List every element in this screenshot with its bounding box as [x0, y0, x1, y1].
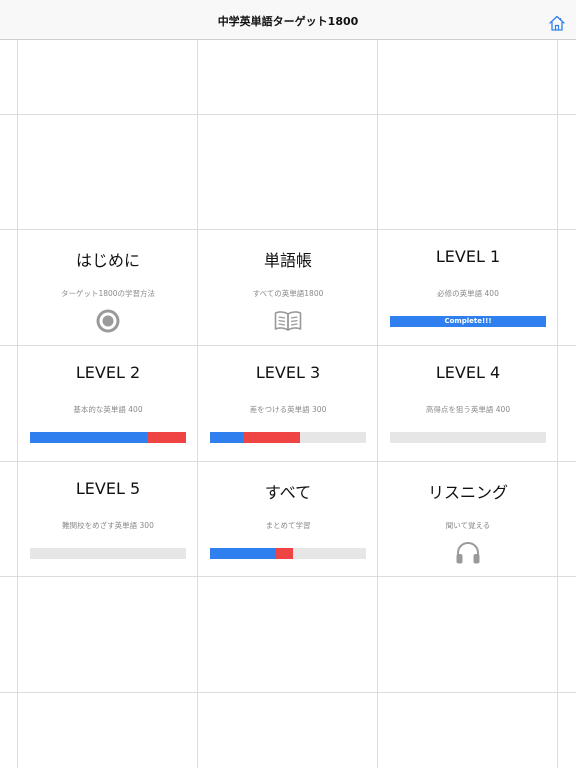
home-icon — [549, 15, 565, 31]
menu-subtitle: 必修の英単語 400 — [437, 289, 499, 298]
menu-subtitle: 難関校をめざす英単語 300 — [62, 521, 154, 530]
menu-title: LEVEL 1 — [435, 247, 501, 266]
menu-all[interactable]: すべて まとめて学習 — [198, 462, 378, 577]
progress-bar: Complete!!! — [390, 316, 546, 327]
complete-label: Complete!!! — [444, 317, 492, 325]
headphones-icon — [456, 541, 480, 564]
progress-bar — [30, 432, 186, 443]
progress-learned — [210, 432, 243, 443]
menu-subtitle: 高得点を狙う英単語 400 — [425, 405, 511, 414]
progress-bar — [30, 548, 186, 559]
menu-wordbook[interactable]: 単語帳 すべての英単語1800 — [198, 230, 378, 345]
grid-divider — [0, 114, 576, 115]
menu-subtitle: すべての英単語1800 — [252, 289, 324, 298]
menu-intro[interactable]: はじめに ターゲット1800の学習方法 — [18, 230, 198, 345]
menu-level3[interactable]: LEVEL 3 差をつける英単語 300 — [198, 346, 378, 461]
menu-title: LEVEL 4 — [435, 363, 501, 382]
navigation-bar: 中学英単語ターゲット1800 — [0, 0, 576, 40]
progress-learned — [30, 432, 147, 443]
menu-level1[interactable]: LEVEL 1 必修の英単語 400 Complete!!! — [378, 230, 558, 345]
progress-learned — [210, 548, 276, 559]
menu-listening[interactable]: リスニング 聞いて覚える — [378, 462, 558, 577]
menu-subtitle: ターゲット1800の学習方法 — [60, 289, 156, 298]
menu-title: LEVEL 5 — [75, 479, 141, 498]
progress-review — [275, 548, 293, 559]
progress-review — [242, 432, 301, 443]
book-icon — [274, 311, 302, 331]
progress-bar — [210, 432, 366, 443]
menu-title: はじめに — [75, 251, 140, 270]
menu-subtitle: 基本的な英単語 400 — [73, 405, 143, 414]
menu-title: LEVEL 3 — [255, 363, 321, 382]
progress-bar — [390, 432, 546, 443]
menu-title: LEVEL 2 — [75, 363, 141, 382]
home-button[interactable] — [548, 14, 566, 32]
menu-title: リスニング — [427, 483, 508, 502]
page-title: 中学英単語ターゲット1800 — [217, 15, 359, 28]
menu-level2[interactable]: LEVEL 2 基本的な英単語 400 — [18, 346, 198, 461]
menu-subtitle: 聞いて覚える — [445, 521, 491, 530]
grid-divider — [0, 692, 576, 693]
progress-review — [147, 432, 186, 443]
menu-title: すべて — [264, 483, 312, 502]
menu-level4[interactable]: LEVEL 4 高得点を狙う英単語 400 — [378, 346, 558, 461]
menu-subtitle: 差をつける英単語 300 — [249, 405, 327, 414]
menu-title: 単語帳 — [263, 251, 312, 270]
menu-subtitle: まとめて学習 — [265, 521, 311, 530]
target-icon — [96, 309, 120, 333]
progress-bar — [210, 548, 366, 559]
menu-level5[interactable]: LEVEL 5 難関校をめざす英単語 300 — [18, 462, 198, 577]
